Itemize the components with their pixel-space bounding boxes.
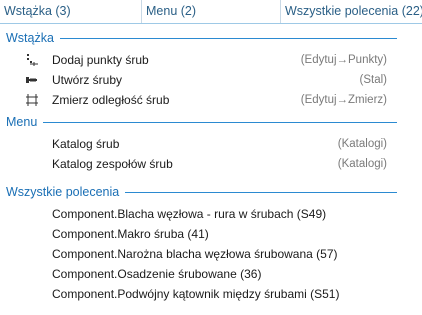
- section-header-all-commands: Wszystkie polecenia: [0, 180, 407, 204]
- measure-bolt-distance-icon: [26, 94, 38, 106]
- section-divider: [125, 191, 397, 193]
- section-header-menu: Menu: [0, 110, 407, 134]
- tab-ribbon[interactable]: Wstążka (3): [0, 0, 142, 23]
- command-category: (Katalogi): [337, 138, 387, 150]
- list-item[interactable]: Utwórz śruby (Stal): [0, 70, 407, 90]
- list-item[interactable]: Component.Narożna blacha węzłowa śrubowa…: [0, 244, 407, 264]
- command-category: (Stal): [359, 74, 387, 86]
- list-item[interactable]: Katalog śrub (Katalogi): [0, 134, 407, 154]
- results-list: Wstążka Dodaj punkty śrub (Edytuj→Punkty…: [0, 26, 407, 315]
- add-bolt-points-icon: [27, 54, 38, 66]
- command-label: Component.Osadzenie śrubowane (36): [52, 267, 262, 281]
- command-label: Utwórz śruby: [52, 73, 123, 87]
- list-item[interactable]: Component.Osadzenie śrubowane (36): [0, 264, 407, 284]
- command-category: (Edytuj→Zmierz): [300, 94, 387, 106]
- section-title: Wszystkie polecenia: [6, 185, 120, 199]
- list-item[interactable]: Component.Makro śruba (41): [0, 224, 407, 244]
- command-category: (Edytuj→Punkty): [300, 54, 387, 66]
- create-bolts-icon: [26, 77, 37, 83]
- section-divider: [59, 37, 397, 39]
- section-title: Wstążka: [6, 31, 54, 45]
- command-label: Katalog śrub: [52, 137, 120, 151]
- section-divider: [43, 121, 397, 123]
- command-label: Component.Makro śruba (41): [52, 227, 209, 241]
- tab-menu[interactable]: Menu (2): [142, 0, 281, 23]
- command-label: Component.Podwójny kątownik między śruba…: [52, 287, 340, 301]
- command-label: Dodaj punkty śrub: [52, 53, 149, 67]
- list-item[interactable]: Component.Blacha węzłowa - rura w śrubac…: [0, 204, 407, 224]
- command-label: Katalog zespołów śrub: [52, 157, 173, 171]
- command-label: Zmierz odległość śrub: [52, 93, 170, 107]
- list-item[interactable]: Zmierz odległość śrub (Edytuj→Zmierz): [0, 90, 407, 110]
- command-category: (Katalogi): [337, 158, 387, 170]
- section-title: Menu: [6, 115, 38, 129]
- list-item[interactable]: Component.Podwójny kątownik między śruba…: [0, 284, 407, 304]
- vertical-scrollbar[interactable]: [407, 26, 422, 315]
- list-item[interactable]: Dodaj punkty śrub (Edytuj→Punkty): [0, 50, 407, 70]
- tab-all-commands[interactable]: Wszystkie polecenia (22): [281, 0, 422, 23]
- tab-bar: Wstążka (3) Menu (2) Wszystkie polecenia…: [0, 0, 422, 24]
- list-item[interactable]: Katalog zespołów śrub (Katalogi): [0, 154, 407, 174]
- command-label: Component.Narożna blacha węzłowa śrubowa…: [52, 247, 338, 261]
- command-label: Component.Blacha węzłowa - rura w śrubac…: [52, 207, 327, 221]
- section-header-ribbon: Wstążka: [0, 26, 407, 50]
